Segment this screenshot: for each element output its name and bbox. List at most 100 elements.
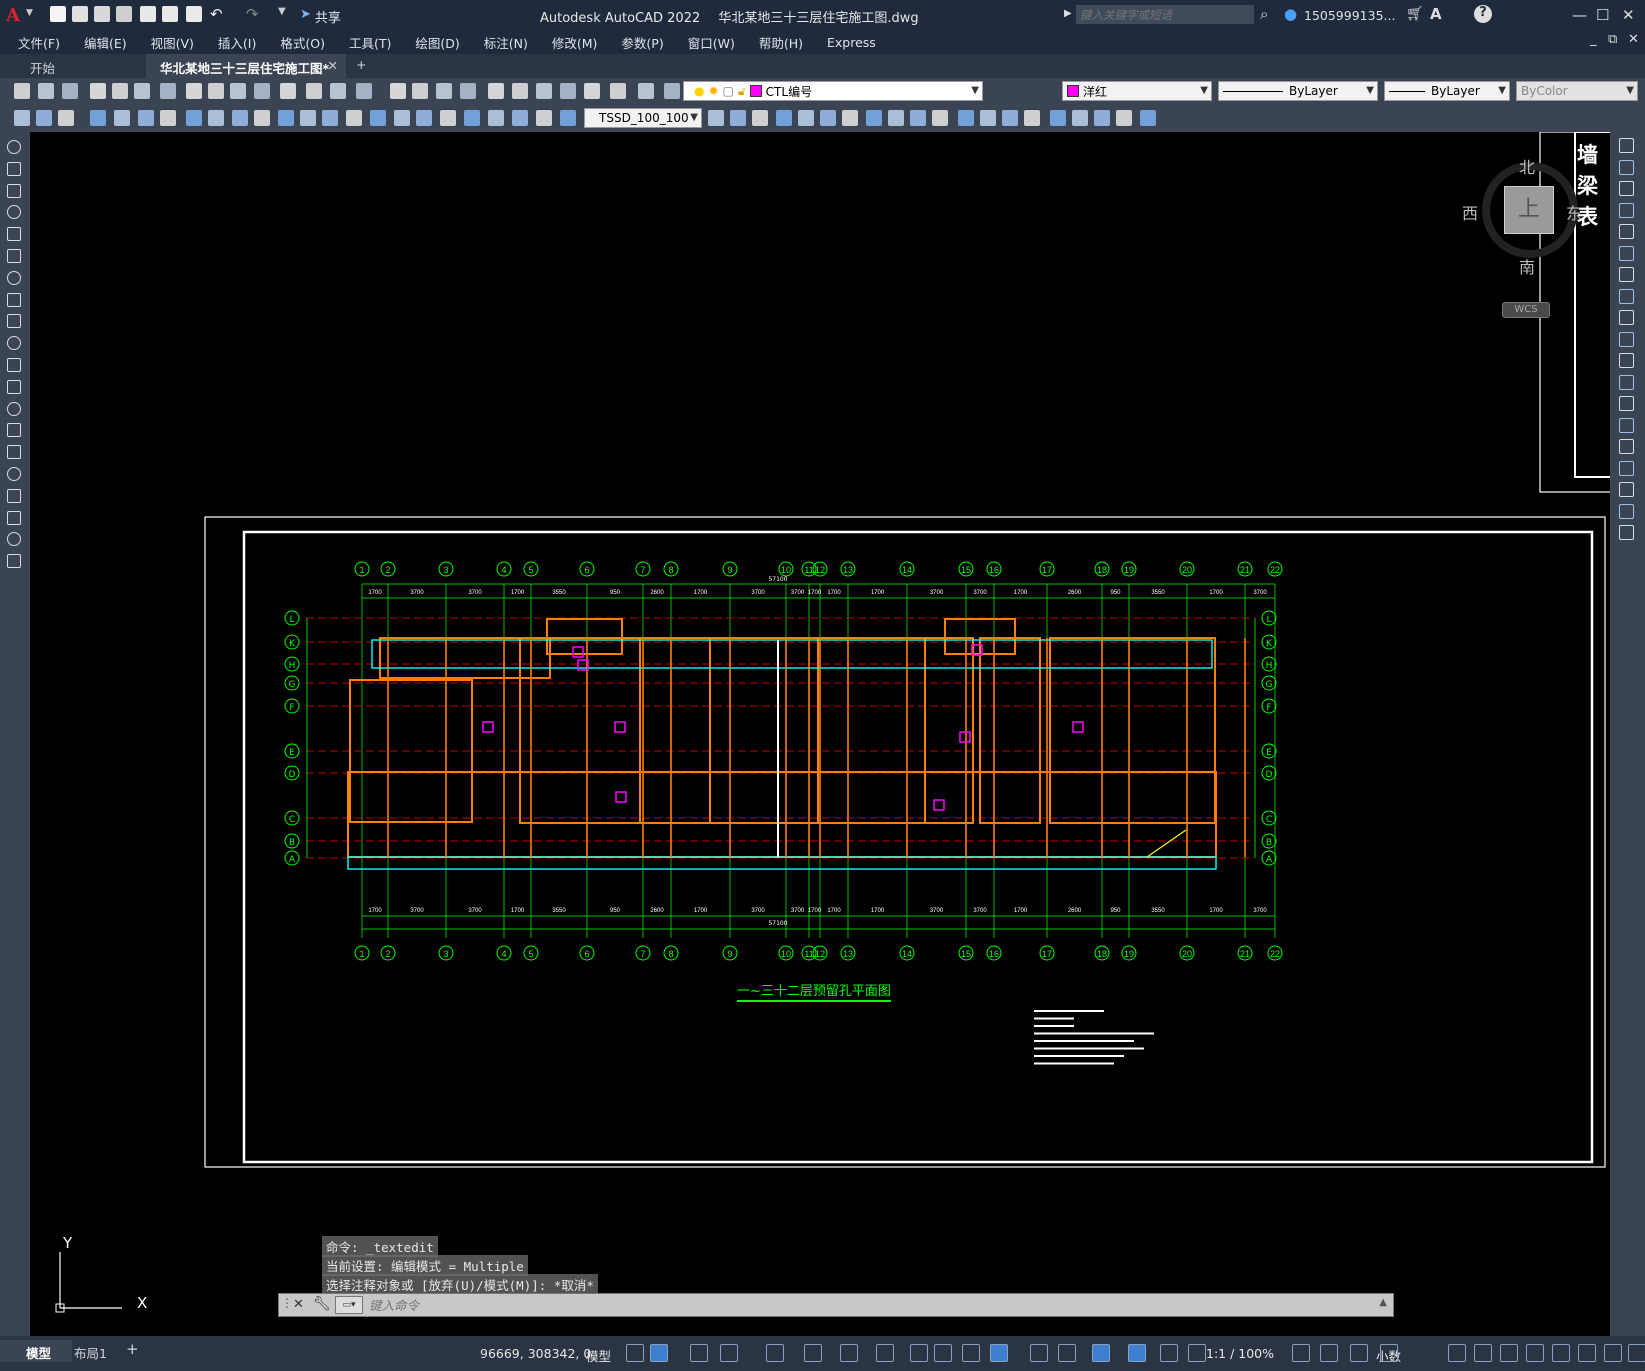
- menu-modify[interactable]: 修改(M): [540, 33, 610, 52]
- standard-tool-icon[interactable]: [390, 83, 406, 99]
- modify-tool-icon[interactable]: [1619, 396, 1634, 411]
- draw-tool-icon[interactable]: [7, 205, 21, 220]
- modify-tool-icon[interactable]: [910, 110, 926, 126]
- modify-tool-icon[interactable]: [820, 110, 836, 126]
- status-toggle-button[interactable]: [690, 1344, 708, 1362]
- tab-active-drawing[interactable]: 华北某地三十三层住宅施工图* ✕: [146, 54, 346, 78]
- save-to-web-icon[interactable]: [162, 6, 178, 22]
- draw-tool-icon[interactable]: [7, 510, 21, 525]
- draw-tool-icon[interactable]: [7, 140, 21, 154]
- draw-tool-icon[interactable]: [7, 227, 21, 242]
- modify-tool-icon[interactable]: [1619, 310, 1634, 325]
- status-toggle-button[interactable]: [1160, 1344, 1178, 1362]
- modify-tool-icon[interactable]: [1140, 110, 1156, 126]
- modify-tool-icon[interactable]: [370, 110, 386, 126]
- doc-close-button[interactable]: ✕: [1628, 32, 1639, 47]
- standard-tool-icon[interactable]: [412, 83, 428, 99]
- share-button[interactable]: ➤ 共享: [300, 7, 341, 26]
- modify-tool-icon[interactable]: [1619, 460, 1634, 476]
- lineweight-dropdown[interactable]: ByLayer ▼: [1384, 81, 1510, 101]
- viewcube-top-face[interactable]: 上: [1504, 186, 1554, 234]
- modify-tool-icon[interactable]: [1619, 374, 1634, 390]
- standard-tool-icon[interactable]: [208, 83, 224, 99]
- modify-tool-icon[interactable]: [798, 110, 814, 126]
- command-prompt-icon[interactable]: ▭▾: [335, 1296, 363, 1314]
- modify-tool-icon[interactable]: [1619, 181, 1634, 196]
- annotation-scale[interactable]: 1:1 / 100%: [1206, 1346, 1274, 1361]
- modify-tool-icon[interactable]: [1619, 245, 1634, 261]
- modify-tool-icon[interactable]: [708, 110, 724, 126]
- modify-tool-icon[interactable]: [1619, 224, 1634, 239]
- autodesk-app-icon[interactable]: A: [1430, 5, 1442, 23]
- modify-tool-icon[interactable]: [866, 110, 882, 126]
- modify-tool-icon[interactable]: [1072, 110, 1088, 126]
- draw-tool-icon[interactable]: [7, 336, 21, 351]
- help-icon[interactable]: ?: [1474, 5, 1492, 23]
- modify-tool-icon[interactable]: [752, 110, 768, 126]
- tab-start[interactable]: 开始: [16, 54, 146, 78]
- status-toggle-button[interactable]: [1292, 1344, 1310, 1362]
- redo-icon[interactable]: ↷: [246, 5, 259, 23]
- command-customize-icon[interactable]: 🔧︎: [313, 1296, 331, 1312]
- modify-tool-icon[interactable]: [888, 110, 904, 126]
- draw-tool-icon[interactable]: [7, 532, 21, 547]
- menu-edit[interactable]: 编辑(E): [72, 33, 139, 52]
- tab-model[interactable]: 模型: [0, 1340, 72, 1362]
- status-toggle-button[interactable]: [804, 1344, 822, 1362]
- draw-tool-icon[interactable]: [7, 292, 21, 307]
- user-name[interactable]: 1505999135...: [1304, 8, 1395, 23]
- menu-draw[interactable]: 绘图(D): [403, 33, 471, 52]
- modify-tool-icon[interactable]: [440, 110, 456, 126]
- modify-tool-icon[interactable]: [1619, 353, 1634, 368]
- doc-minimize-button[interactable]: _: [1590, 32, 1597, 47]
- modify-tool-icon[interactable]: [1619, 482, 1634, 497]
- status-toggle-button[interactable]: [720, 1344, 738, 1362]
- standard-tool-icon[interactable]: [280, 83, 296, 99]
- modify-tool-icon[interactable]: [488, 110, 504, 126]
- status-toggle-button[interactable]: [934, 1344, 952, 1362]
- modify-tool-icon[interactable]: [416, 110, 432, 126]
- status-toggle-button[interactable]: [1628, 1344, 1645, 1362]
- draw-tool-icon[interactable]: [7, 249, 21, 263]
- user-icon[interactable]: ●: [1284, 5, 1297, 23]
- modify-tool-icon[interactable]: [1619, 267, 1634, 282]
- draw-tool-icon[interactable]: [7, 183, 21, 198]
- status-toggle-button[interactable]: [910, 1344, 928, 1362]
- status-toggle-button[interactable]: [1092, 1344, 1110, 1362]
- plot-icon[interactable]: [186, 6, 202, 22]
- compass-east[interactable]: 东: [1566, 200, 1582, 224]
- modify-tool-icon[interactable]: [90, 110, 106, 126]
- cart-icon[interactable]: 🛒︎: [1406, 6, 1424, 22]
- standard-tool-icon[interactable]: [14, 83, 30, 99]
- menu-view[interactable]: 视图(V): [139, 33, 206, 52]
- modify-tool-icon[interactable]: [278, 110, 294, 126]
- modify-tool-icon[interactable]: [958, 110, 974, 126]
- new-icon[interactable]: [50, 6, 66, 22]
- standard-tool-icon[interactable]: [230, 83, 246, 99]
- status-toggle-button[interactable]: [766, 1344, 784, 1362]
- status-toggle-button[interactable]: [990, 1344, 1008, 1362]
- modify-tool-icon[interactable]: [1619, 138, 1634, 153]
- command-grip-icon[interactable]: ⋮: [281, 1296, 293, 1310]
- modify-tool-icon[interactable]: [464, 110, 480, 126]
- wcs-menu[interactable]: WCS: [1502, 302, 1550, 318]
- modify-tool-icon[interactable]: [300, 110, 316, 126]
- modify-tool-icon[interactable]: [1619, 202, 1634, 218]
- plotstyle-dropdown[interactable]: ByColor ▼: [1516, 81, 1638, 101]
- status-toggle-button[interactable]: [1500, 1344, 1518, 1362]
- menu-tools[interactable]: 工具(T): [337, 33, 403, 52]
- status-toggle-button[interactable]: [1350, 1344, 1368, 1362]
- status-toggle-button[interactable]: [962, 1344, 980, 1362]
- linetype-dropdown[interactable]: ByLayer ▼: [1218, 81, 1378, 101]
- status-toggle-button[interactable]: [650, 1344, 668, 1362]
- modify-tool-icon[interactable]: [1619, 417, 1634, 433]
- modify-tool-icon[interactable]: [1050, 110, 1066, 126]
- modify-tool-icon[interactable]: [1094, 110, 1110, 126]
- layer-dropdown[interactable]: ● ✹ ▢ 🔓︎ CTL编号 ▼: [683, 81, 983, 101]
- standard-tool-icon[interactable]: [62, 83, 78, 99]
- standard-tool-icon[interactable]: [112, 83, 128, 99]
- coordinates-readout[interactable]: 96669, 308342, 0: [480, 1346, 591, 1361]
- model-space-button[interactable]: 模型: [586, 1346, 611, 1365]
- standard-tool-icon[interactable]: [330, 83, 346, 99]
- draw-tool-icon[interactable]: [7, 401, 21, 416]
